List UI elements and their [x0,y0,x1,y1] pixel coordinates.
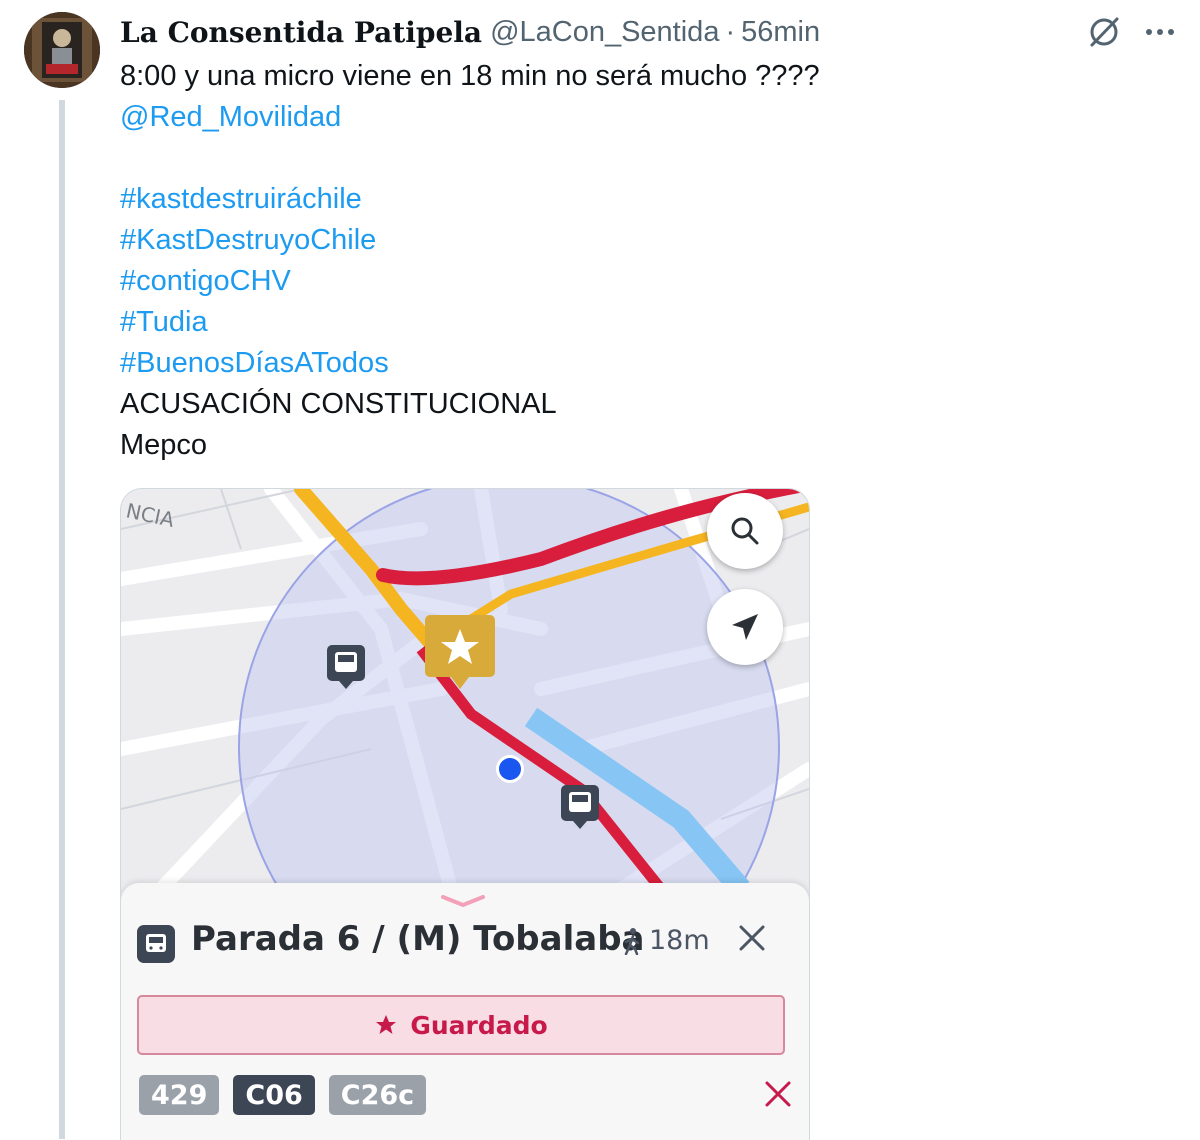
tweet-text: 8:00 y una micro viene en 18 min no será… [120,56,820,466]
tweet-line: ACUSACIÓN CONSTITUCIONAL [120,388,557,420]
close-icon[interactable] [761,1077,795,1111]
more-options-icon[interactable] [1142,14,1178,50]
map-search-button[interactable] [707,493,783,569]
hashtag-link[interactable]: #contigoCHV [120,261,820,302]
search-icon [731,517,759,545]
chevron-down-icon[interactable] [439,891,487,911]
route-list: 429 C06 C26c [139,1075,427,1115]
tweet-line: 8:00 y una micro viene en 18 min no será… [120,60,820,92]
tweet-time[interactable]: 56min [741,16,820,49]
navigation-arrow-icon [732,614,758,640]
map-locate-button[interactable] [707,589,783,665]
walk-time-label: 18m [649,925,710,956]
thread-line [59,100,65,1139]
route-chip[interactable]: 429 [139,1075,220,1115]
route-chip[interactable]: C26c [328,1075,427,1115]
stop-name: Parada 6 / (M) Tobalaba [191,919,645,959]
avatar-image [24,12,100,88]
saved-label: Guardado [410,1010,548,1040]
tweet-header: La Consentida Patipela @LaCon_Sentida · … [120,12,820,52]
tweet-line: Mepco [120,429,208,461]
tweet-media-image[interactable]: NCIA Parada 6 / (M) Tobalaba 18m Guardad… [120,488,810,1140]
avatar[interactable] [24,12,100,88]
stop-bottom-sheet: Parada 6 / (M) Tobalaba 18m Guardado 429… [121,883,809,1140]
grok-icon[interactable] [1086,14,1122,50]
hashtag-link[interactable]: #KastDestruyoChile [120,220,820,261]
hashtag-link[interactable]: #Tudia [120,302,820,343]
bus-icon [137,925,175,963]
mention-link[interactable]: @Red_Movilidad [120,97,820,138]
saved-button[interactable]: Guardado [137,995,785,1055]
user-handle[interactable]: @LaCon_Sentida [490,16,719,49]
walk-icon [624,927,640,955]
map-view[interactable]: NCIA [121,489,809,889]
star-icon [376,1015,397,1034]
hashtag-link[interactable]: #BuenosDíasATodos [120,343,820,384]
walk-time: 18m [621,925,710,956]
display-name[interactable]: La Consentida Patipela [120,16,482,49]
close-icon[interactable] [735,921,769,955]
hashtag-link[interactable]: #kastdestruiráchile [120,179,820,220]
separator-dot: · [725,15,736,48]
route-chip[interactable]: C06 [233,1075,315,1115]
